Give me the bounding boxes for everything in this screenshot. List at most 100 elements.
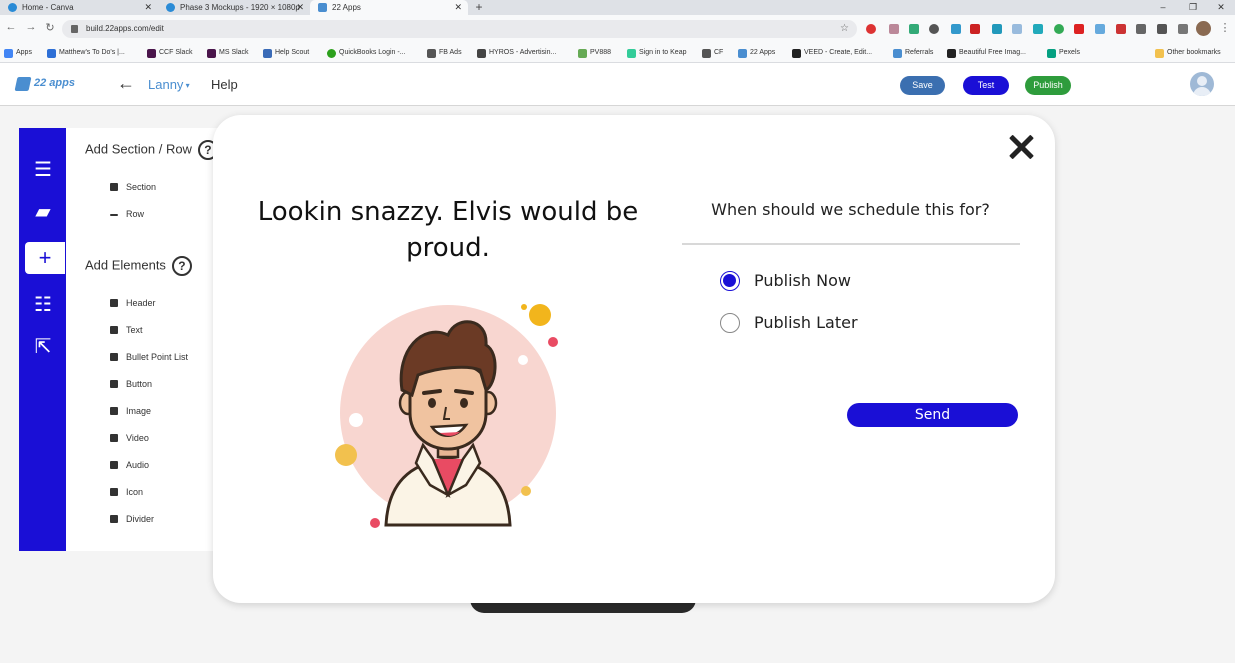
back-icon[interactable]: ← [4, 21, 18, 33]
bookmark-item[interactable]: Pexels [1047, 43, 1080, 63]
external-link-icon[interactable]: ⇱ [31, 335, 55, 359]
heading-text: Add Section / Row [85, 141, 192, 157]
folder-icon [1155, 49, 1164, 58]
element-video[interactable]: Video [110, 433, 149, 443]
extension-icon[interactable] [1095, 24, 1105, 34]
extension-icon[interactable] [866, 24, 876, 34]
extension-icon[interactable] [1033, 24, 1043, 34]
element-divider[interactable]: Divider [110, 514, 154, 524]
minimize-icon[interactable]: – [1148, 0, 1178, 15]
publish-later-radio[interactable] [720, 313, 740, 333]
close-tab-icon[interactable]: ✕ [144, 0, 152, 15]
test-button[interactable]: Test [963, 76, 1009, 95]
browser-tab-canva[interactable]: Home - Canva ✕ [0, 0, 158, 15]
back-arrow-icon[interactable]: ← [117, 73, 135, 94]
extension-icon[interactable] [1012, 24, 1022, 34]
element-label: Bullet Point List [126, 352, 189, 362]
element-row[interactable]: Row [110, 209, 144, 219]
address-bar-row: ← → ↻ build.22apps.com/edit ☆ ⋮ [0, 15, 1235, 43]
publish-now-radio[interactable] [720, 271, 740, 291]
profile-avatar[interactable] [1196, 21, 1211, 36]
element-button[interactable]: Button [110, 379, 152, 389]
bookmark-item[interactable]: Matthew's To Do's |... [47, 43, 125, 63]
bookmark-label: VEED - Create, Edit... [804, 49, 873, 56]
element-image[interactable]: Image [110, 406, 151, 416]
forward-icon[interactable]: → [24, 21, 38, 33]
user-avatar[interactable] [1190, 72, 1214, 96]
reload-icon[interactable]: ↻ [43, 21, 57, 34]
browser-tab-22apps[interactable]: 22 Apps ✕ [310, 0, 468, 15]
save-button[interactable]: Save [900, 76, 945, 95]
element-section[interactable]: Section [110, 182, 156, 192]
element-icon[interactable]: Icon [110, 487, 143, 497]
element-text[interactable]: Text [110, 325, 143, 335]
bookmark-item[interactable]: HYROS - Advertisin... [477, 43, 556, 63]
extension-icon[interactable] [951, 24, 961, 34]
bookmark-item[interactable]: PV888 [578, 43, 611, 63]
bookmarks-bar: Apps Matthew's To Do's |... CCF Slack MS… [0, 43, 1235, 63]
paint-roller-icon[interactable]: ▰ [31, 200, 55, 224]
add-plus-icon[interactable]: + [25, 242, 65, 274]
extension-icon[interactable] [929, 24, 939, 34]
user-menu[interactable]: Lanny ▾ [148, 77, 190, 92]
apps-grid-icon [4, 49, 13, 58]
bookmark-item[interactable]: Help Scout [263, 43, 309, 63]
text-icon [110, 326, 118, 334]
bookmark-item[interactable]: MS Slack [207, 43, 249, 63]
close-tab-icon[interactable]: ✕ [454, 0, 462, 15]
bookmark-star-icon[interactable]: ☆ [840, 20, 849, 38]
help-link[interactable]: Help [211, 77, 238, 92]
bookmark-label: Beautiful Free Imag... [959, 49, 1026, 56]
element-label: Image [126, 406, 152, 416]
element-header[interactable]: Header [110, 298, 156, 308]
bookmark-item[interactable]: 22 Apps [738, 43, 775, 63]
help-question-icon[interactable]: ? [171, 256, 192, 276]
bookmark-item[interactable]: CF [702, 43, 723, 63]
element-audio[interactable]: Audio [110, 460, 149, 470]
hamburger-icon[interactable]: ☰ [31, 158, 55, 182]
publish-button[interactable]: Publish [1025, 76, 1071, 95]
extension-icon[interactable] [909, 24, 919, 34]
add-section-heading: Add Section / Row? [85, 140, 218, 160]
browser-tab-mockups[interactable]: Phase 3 Mockups - 1920 × 1080p ✕ [158, 0, 310, 15]
bookmark-item[interactable]: VEED - Create, Edit... [792, 43, 872, 63]
extension-icon[interactable] [1116, 24, 1126, 34]
bookmark-item[interactable]: Referrals [893, 43, 933, 63]
list-icon[interactable]: ☷ [31, 293, 55, 317]
window-close-icon[interactable]: ✕ [1206, 0, 1235, 15]
bookmark-apps[interactable]: Apps [4, 43, 32, 63]
bookmark-item[interactable]: Sign in to Keap [627, 43, 686, 63]
bookmark-other[interactable]: Other bookmarks [1155, 43, 1221, 63]
new-tab-button[interactable]: + [472, 0, 486, 15]
close-tab-icon[interactable]: ✕ [296, 0, 304, 15]
quickbooks-icon [327, 49, 336, 58]
element-bullet-list[interactable]: Bullet Point List [110, 352, 188, 362]
send-button[interactable]: Send [847, 403, 1018, 427]
bookmark-label: HYROS - Advertisin... [489, 49, 557, 56]
bookmark-item[interactable]: Beautiful Free Imag... [947, 43, 1026, 63]
url-field[interactable]: build.22apps.com/edit ☆ [62, 20, 857, 38]
close-icon[interactable] [1003, 129, 1039, 165]
bullet-list-icon [110, 353, 118, 361]
cast-icon[interactable] [1178, 24, 1188, 34]
menu-dots-icon[interactable]: ⋮ [1218, 21, 1232, 34]
avatar-head [1197, 76, 1207, 86]
restore-icon[interactable]: ❐ [1178, 0, 1208, 15]
fbads-icon [427, 49, 436, 58]
bookmark-item[interactable]: CCF Slack [147, 43, 192, 63]
extension-icon[interactable] [1136, 24, 1146, 34]
bookmark-item[interactable]: QuickBooks Login -... [327, 43, 406, 63]
extension-icon[interactable] [992, 24, 1002, 34]
extension-icon[interactable] [970, 24, 980, 34]
schedule-publish-modal: Lookin snazzy. Elvis would be proud. Whe… [213, 115, 1055, 603]
url-text: build.22apps.com/edit [86, 24, 164, 33]
bookmark-label: Matthew's To Do's |... [59, 49, 125, 56]
extension-icon[interactable] [1074, 24, 1084, 34]
video-icon [110, 434, 118, 442]
puzzle-icon[interactable] [1157, 24, 1167, 34]
editor-tool-rail: ☰ ▰ + ☷ ⇱ [19, 128, 66, 551]
tab-title: Home - Canva [22, 3, 74, 12]
bookmark-item[interactable]: FB Ads [427, 43, 462, 63]
extension-icon[interactable] [1054, 24, 1064, 34]
extension-icon[interactable] [889, 24, 899, 34]
